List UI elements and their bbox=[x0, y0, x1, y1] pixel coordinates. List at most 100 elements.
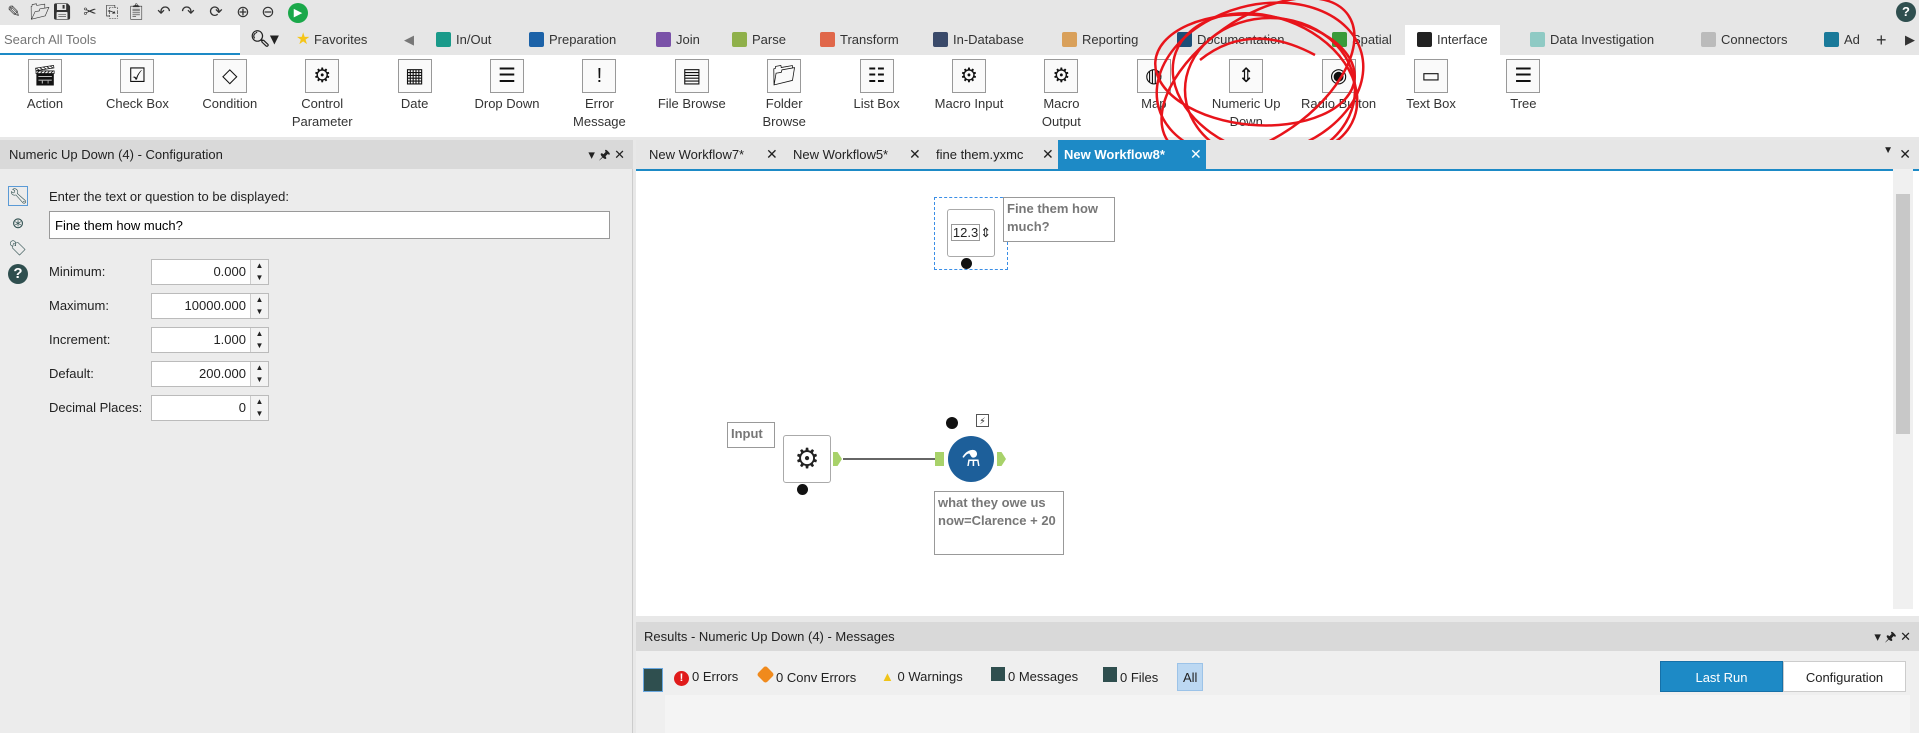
spinner-arrows-icon[interactable]: ▲ ▼ bbox=[250, 294, 268, 318]
spinner-arrows-icon[interactable]: ▲ ▼ bbox=[250, 328, 268, 352]
configuration-button[interactable]: Configuration bbox=[1783, 661, 1906, 692]
new-icon[interactable]: ✎︎ bbox=[4, 3, 24, 23]
warnings-label: 0 Warnings bbox=[897, 669, 963, 684]
wrench-icon[interactable]: 🔧︎ bbox=[8, 186, 28, 206]
panel-controls[interactable]: ▾ 🖈︎ ✕ bbox=[588, 146, 625, 168]
run-icon[interactable]: ▶︎ bbox=[288, 3, 308, 23]
formula-tool[interactable]: ⚗ bbox=[948, 436, 994, 482]
messages-filter[interactable]: 0 Messages bbox=[991, 667, 1078, 687]
category-tab-join[interactable]: Join bbox=[656, 25, 700, 55]
stepper-value[interactable]: 10000.000 bbox=[185, 294, 246, 318]
warnings-filter[interactable]: ▲ 0 Warnings bbox=[881, 667, 963, 687]
search-tools-input[interactable] bbox=[0, 25, 240, 55]
category-tab-data-investigation[interactable]: Data Investigation bbox=[1530, 25, 1654, 55]
category-tab-in-database[interactable]: In-Database bbox=[933, 25, 1024, 55]
close-pane-icon[interactable]: ✕ bbox=[1899, 146, 1911, 163]
connection-line[interactable] bbox=[843, 458, 935, 460]
zoom-in-icon[interactable]: ⊕︎ bbox=[233, 3, 253, 23]
tab-list-dropdown[interactable]: ▼ bbox=[1883, 145, 1893, 156]
category-tab-interface[interactable]: Interface bbox=[1405, 25, 1500, 55]
tag-icon[interactable]: 🏷︎ bbox=[8, 239, 28, 259]
last-run-button[interactable]: Last Run bbox=[1660, 661, 1783, 692]
formula-annotation[interactable]: what they owe us now=Clarence + 20 bbox=[934, 491, 1064, 555]
tool-error-message[interactable]: !︎ Error Message bbox=[554, 59, 644, 131]
tool-condition[interactable]: ◇︎ Condition bbox=[185, 59, 275, 113]
category-tab-reporting[interactable]: Reporting bbox=[1062, 25, 1138, 55]
connection-icon[interactable]: ⊛ bbox=[8, 214, 28, 234]
scroll-left-arrow[interactable]: ◀ bbox=[404, 25, 414, 55]
errors-filter[interactable]: ! 0 Errors bbox=[674, 667, 738, 687]
stepper-value[interactable]: 0.000 bbox=[213, 260, 246, 284]
stepper-value[interactable]: 200.000 bbox=[199, 362, 246, 386]
cut-icon[interactable]: ✂︎ bbox=[80, 3, 100, 23]
panel-controls[interactable]: ▾ 🖈︎ ✕ bbox=[1874, 628, 1911, 650]
stepper-value[interactable]: 0 bbox=[239, 396, 246, 420]
spinner-arrows-icon[interactable]: ▲ ▼ bbox=[250, 396, 268, 420]
redo-icon[interactable]: ↷︎ bbox=[178, 3, 198, 23]
category-tab-preparation[interactable]: Preparation bbox=[529, 25, 616, 55]
tool-date[interactable]: ▦︎ Date bbox=[370, 59, 460, 113]
close-tab-icon[interactable]: ✕ bbox=[1190, 140, 1202, 169]
search-icon[interactable]: 🔍︎▾ bbox=[250, 29, 278, 49]
stepper-value[interactable]: 1.000 bbox=[213, 328, 246, 352]
tool-check-box[interactable]: ☑︎ Check Box bbox=[92, 59, 182, 113]
close-tab-icon[interactable]: ✕ bbox=[909, 140, 921, 169]
conv-errors-filter[interactable]: 0 Conv Errors bbox=[756, 665, 856, 688]
category-tab-in-out[interactable]: In/Out bbox=[436, 25, 491, 55]
help-icon[interactable]: ? bbox=[1896, 2, 1916, 22]
open-icon[interactable]: 📂︎ bbox=[30, 3, 50, 23]
tool-macro-input[interactable]: ⚙︎ Macro Input bbox=[924, 59, 1014, 113]
spinner-arrows-icon[interactable]: ▲ ▼ bbox=[250, 260, 268, 284]
workflow-tab[interactable]: New Workflow5* bbox=[787, 140, 894, 169]
list-view-icon[interactable] bbox=[643, 668, 663, 692]
files-filter[interactable]: 0 Files bbox=[1103, 667, 1158, 688]
category-tab-transform[interactable]: Transform bbox=[820, 25, 899, 55]
workflow-tab[interactable]: New Workflow8* bbox=[1058, 140, 1206, 169]
copy-icon[interactable]: ⎘︎ bbox=[102, 3, 122, 23]
numeric-up-down-tool[interactable]: 12.3 ⇕ bbox=[947, 209, 995, 257]
tool-macro-output[interactable]: ⚙︎ Macro Output bbox=[1016, 59, 1106, 131]
tool-tree[interactable]: ☰︎ Tree bbox=[1478, 59, 1568, 113]
canvas-scrollbar[interactable] bbox=[1893, 169, 1913, 609]
output-anchor[interactable] bbox=[833, 452, 842, 466]
workflow-tab[interactable]: New Workflow7* bbox=[643, 140, 750, 169]
zoom-out-icon[interactable]: ⊖︎ bbox=[258, 3, 278, 23]
output-anchor[interactable] bbox=[997, 452, 1006, 466]
close-tab-icon[interactable]: ✕ bbox=[1042, 140, 1054, 169]
tool-list-box[interactable]: ☷︎ List Box bbox=[832, 59, 922, 113]
numeric-stepper[interactable]: 1.000 ▲ ▼ bbox=[151, 327, 269, 353]
undo-icon[interactable]: ↶︎ bbox=[154, 3, 174, 23]
tool-folder-browse[interactable]: 📁︎ Folder Browse bbox=[739, 59, 829, 131]
tool-file-browse[interactable]: ▤︎ File Browse bbox=[647, 59, 737, 113]
numeric-stepper[interactable]: 200.000 ▲ ▼ bbox=[151, 361, 269, 387]
workflow-canvas[interactable]: 12.3 ⇕ Fine them how much? Input ⚙ ⚗ ⚡︎ w… bbox=[636, 169, 1919, 616]
tool-control-parameter[interactable]: ⚙︎ Control Parameter bbox=[277, 59, 367, 131]
save-icon[interactable]: 💾︎ bbox=[52, 3, 72, 23]
input-annotation[interactable]: Input bbox=[727, 422, 775, 448]
favorites-tab[interactable]: ★ Favorites bbox=[296, 25, 367, 55]
category-label: Parse bbox=[752, 32, 786, 47]
numeric-stepper[interactable]: 10000.000 ▲ ▼ bbox=[151, 293, 269, 319]
numeric-annotation[interactable]: Fine them how much? bbox=[1003, 197, 1115, 242]
category-tab-ad[interactable]: Ad bbox=[1824, 25, 1860, 55]
numeric-stepper[interactable]: 0.000 ▲ ▼ bbox=[151, 259, 269, 285]
spinner-arrows-icon[interactable]: ▲ ▼ bbox=[250, 362, 268, 386]
category-tab-parse[interactable]: Parse bbox=[732, 25, 786, 55]
category-label: Preparation bbox=[549, 32, 617, 47]
prompt-input[interactable] bbox=[49, 211, 610, 239]
all-filter[interactable]: All bbox=[1177, 663, 1204, 691]
tool-text-box[interactable]: ▭︎ Text Box bbox=[1386, 59, 1476, 113]
tool-action[interactable]: 🎬︎ Action bbox=[0, 59, 90, 113]
scroll-right-arrow[interactable]: ▶ bbox=[1905, 25, 1915, 55]
numeric-stepper[interactable]: 0 ▲ ▼ bbox=[151, 395, 269, 421]
add-category-button[interactable]: + bbox=[1876, 25, 1887, 55]
workflow-tab[interactable]: fine them.yxmc bbox=[930, 140, 1029, 169]
close-tab-icon[interactable]: ✕ bbox=[766, 140, 778, 169]
category-tab-connectors[interactable]: Connectors bbox=[1701, 25, 1787, 55]
help-icon[interactable]: ? bbox=[8, 264, 28, 284]
tool-drop-down[interactable]: ☰︎ Drop Down bbox=[462, 59, 552, 113]
macro-input-tool[interactable]: ⚙ bbox=[783, 435, 831, 483]
paste-icon[interactable]: 📋︎ bbox=[126, 3, 146, 23]
refresh-icon[interactable]: ⟳︎ bbox=[206, 3, 226, 23]
input-anchor[interactable] bbox=[935, 452, 944, 466]
